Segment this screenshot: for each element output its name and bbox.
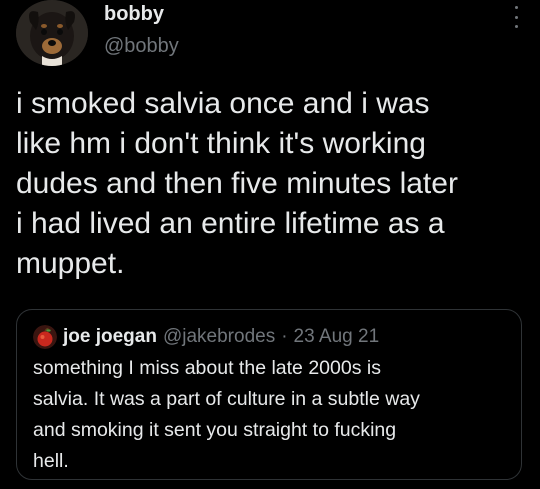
author-avatar[interactable] bbox=[16, 0, 88, 66]
quoted-tweet-card[interactable]: joe joegan @jakebrodes · 23 Aug 21 somet… bbox=[16, 309, 522, 480]
vertical-dots-icon bbox=[514, 6, 518, 9]
quoted-tweet-text: something I miss about the late 2000s is… bbox=[33, 357, 420, 472]
quoted-author-avatar[interactable] bbox=[33, 325, 57, 349]
author-handle[interactable]: @bobby bbox=[104, 35, 179, 58]
vertical-dots-icon-dot-2 bbox=[514, 15, 518, 19]
date-separator: · bbox=[281, 326, 288, 347]
red-apple-avatar-icon bbox=[33, 325, 57, 349]
quoted-author-name[interactable]: joe joegan bbox=[63, 326, 157, 348]
dog-avatar-icon bbox=[16, 0, 88, 66]
quoted-author-handle[interactable]: @jakebrodes bbox=[163, 326, 275, 348]
quoted-tweet-date[interactable]: 23 Aug 21 bbox=[294, 326, 380, 348]
more-options-button[interactable] bbox=[510, 6, 522, 28]
quoted-tweet-header: joe joegan @jakebrodes · 23 Aug 21 bbox=[33, 324, 379, 350]
tweet-text: i smoked salvia once and i was like hm i… bbox=[16, 87, 458, 280]
author-name[interactable]: bobby bbox=[104, 3, 164, 26]
vertical-dots-icon-dot-3 bbox=[514, 25, 518, 28]
